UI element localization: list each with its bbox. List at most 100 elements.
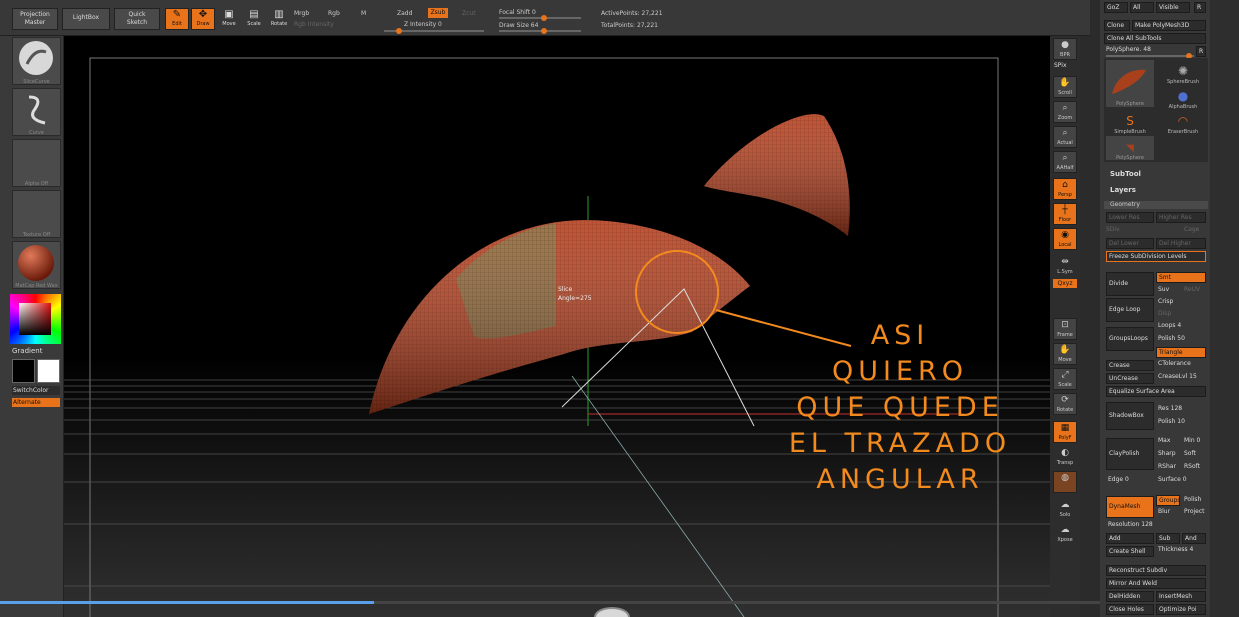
local-button[interactable]: ◉ Local bbox=[1053, 228, 1077, 250]
dynamesh-groups-button[interactable]: Groups bbox=[1156, 495, 1180, 506]
zoom-button[interactable]: ⌕ Zoom bbox=[1053, 101, 1077, 123]
polysphere-small-thumb[interactable]: ◥ PolySphere bbox=[1106, 136, 1154, 161]
subtool-section[interactable]: SubTool bbox=[1110, 170, 1141, 178]
blur-slider[interactable]: Blur bbox=[1158, 508, 1170, 515]
creaselvl-slider[interactable]: CreaseLvl 15 bbox=[1158, 373, 1197, 380]
uncrease-button[interactable]: UnCrease bbox=[1106, 373, 1154, 384]
draw-button[interactable]: ✥ Draw bbox=[191, 8, 215, 30]
move-view-button[interactable]: ✋ Move bbox=[1053, 343, 1077, 365]
equalize-surface-button[interactable]: Equalize Surface Area bbox=[1106, 386, 1206, 397]
rsoft-slider[interactable]: RSoft bbox=[1184, 463, 1200, 470]
tool-r-button[interactable]: R bbox=[1196, 46, 1206, 57]
scale-view-button[interactable]: ⤢ Scale bbox=[1053, 368, 1077, 390]
mrgb-button[interactable]: Mrgb bbox=[294, 10, 309, 17]
shadowbox-res-slider[interactable]: Res 128 bbox=[1158, 405, 1182, 412]
add-button[interactable]: Add bbox=[1106, 533, 1154, 544]
create-shell-button[interactable]: Create Shell bbox=[1106, 546, 1154, 557]
focal-shift-slider[interactable] bbox=[499, 15, 581, 21]
edge-slider[interactable]: Edge 0 bbox=[1108, 476, 1129, 483]
rotate-button[interactable]: ▥ Rotate bbox=[267, 8, 291, 30]
crisp-button[interactable]: Crisp bbox=[1158, 298, 1173, 305]
clone-button[interactable]: Clone bbox=[1104, 20, 1130, 31]
reconstruct-subdiv-button[interactable]: Reconstruct Subdiv bbox=[1106, 565, 1206, 576]
persp-button[interactable]: ⌂ Persp bbox=[1053, 178, 1077, 200]
surface-slider[interactable]: Surface 0 bbox=[1158, 476, 1187, 483]
alpha-slot[interactable]: Alpha Off bbox=[12, 139, 61, 187]
optimize-points-button[interactable]: Optimize Poi bbox=[1156, 604, 1206, 615]
palette-scrollbar[interactable] bbox=[1210, 0, 1239, 617]
slider-knob[interactable] bbox=[396, 28, 402, 34]
scale-button[interactable]: ▤ Scale bbox=[242, 8, 266, 30]
z-intensity-slider[interactable] bbox=[384, 28, 484, 34]
dynamesh-polish-button[interactable]: Polish bbox=[1184, 496, 1201, 503]
soft-slider[interactable]: Soft bbox=[1184, 450, 1196, 457]
stroke-slot[interactable]: Curve bbox=[12, 88, 61, 136]
all-button[interactable]: All bbox=[1130, 2, 1154, 13]
lower-res-button[interactable]: Lower Res bbox=[1106, 212, 1154, 223]
transp-button[interactable]: ◐ Transp bbox=[1053, 446, 1077, 468]
polysphere-thumb[interactable]: PolySphere bbox=[1106, 60, 1154, 107]
goz-button[interactable]: GoZ bbox=[1104, 2, 1128, 13]
texture-slot[interactable]: Texture Off bbox=[12, 190, 61, 238]
xyz-button[interactable]: Qxyz bbox=[1053, 279, 1077, 288]
geometry-section[interactable]: Geometry bbox=[1104, 201, 1208, 209]
loops-slider[interactable]: Loops 4 bbox=[1158, 322, 1181, 329]
disp-button[interactable]: Disp bbox=[1158, 310, 1171, 317]
max-button[interactable]: Max bbox=[1158, 437, 1170, 444]
clone-all-subtools-button[interactable]: Clone All SubTools bbox=[1104, 33, 1206, 44]
zsub-button[interactable]: Zsub bbox=[428, 8, 448, 18]
grouploops-button[interactable]: GroupsLoops bbox=[1106, 327, 1154, 351]
lsym-button[interactable]: ⇹ L.Sym bbox=[1053, 255, 1077, 277]
alternate-button[interactable]: Alternate bbox=[12, 398, 60, 407]
freeze-subdivision-button[interactable]: Freeze SubDivision Levels bbox=[1106, 251, 1206, 262]
sub-button[interactable]: Sub bbox=[1156, 533, 1180, 544]
higher-res-button[interactable]: Higher Res bbox=[1156, 212, 1206, 223]
video-progress-bar[interactable] bbox=[0, 601, 1100, 604]
rshar-slider[interactable]: RShar bbox=[1158, 463, 1176, 470]
visible-button[interactable]: Visible bbox=[1156, 2, 1190, 13]
polish-slider[interactable]: Polish 50 bbox=[1158, 335, 1185, 342]
rotate-view-button[interactable]: ⟳ Rotate bbox=[1053, 393, 1077, 415]
reuv-button[interactable]: ReUV bbox=[1184, 286, 1200, 293]
tool-slider[interactable] bbox=[1106, 53, 1194, 59]
sharp-slider[interactable]: Sharp bbox=[1158, 450, 1176, 457]
quick-sketch-button[interactable]: Quick Sketch bbox=[114, 8, 160, 30]
cage-button[interactable]: Cage bbox=[1184, 226, 1199, 233]
projection-master-button[interactable]: Projection Master bbox=[12, 8, 58, 30]
triangle-button[interactable]: Triangle bbox=[1156, 347, 1206, 358]
floor-button[interactable]: ┼ Floor bbox=[1053, 203, 1077, 225]
mirror-and-weld-button[interactable]: Mirror And Weld bbox=[1106, 578, 1206, 589]
ctolerance-slider[interactable]: CTolerance bbox=[1158, 360, 1191, 367]
spix-slider[interactable]: SPix bbox=[1054, 62, 1067, 69]
layers-section[interactable]: Layers bbox=[1110, 186, 1136, 194]
claypolish-button[interactable]: ClayPolish bbox=[1106, 438, 1154, 470]
simplebrush-thumb[interactable]: S SimpleBrush bbox=[1106, 110, 1154, 135]
del-higher-button[interactable]: Del Higher bbox=[1156, 238, 1206, 249]
scroll-button[interactable]: ✋ Scroll bbox=[1053, 76, 1077, 98]
project-button[interactable]: Project bbox=[1184, 508, 1205, 515]
shadowbox-polish-slider[interactable]: Polish 10 bbox=[1158, 418, 1185, 425]
rgb-button[interactable]: Rgb bbox=[328, 10, 340, 17]
zcut-button[interactable]: Zcut bbox=[462, 10, 476, 17]
insert-mesh-button[interactable]: InsertMesh bbox=[1156, 591, 1206, 602]
brush-slot[interactable]: SliceCurve bbox=[12, 37, 61, 85]
move-button[interactable]: ▣ Move bbox=[217, 8, 241, 30]
smt-button[interactable]: Smt bbox=[1156, 272, 1206, 283]
polyf-button[interactable]: ▦ PolyF bbox=[1053, 421, 1077, 443]
lightbox-button[interactable]: LightBox bbox=[62, 8, 110, 30]
m-button[interactable]: M bbox=[361, 10, 366, 17]
material-slot[interactable]: MatCap Red Wax bbox=[12, 241, 61, 289]
eraserbrush-thumb[interactable]: ◠ EraserBrush bbox=[1160, 110, 1206, 135]
slider-knob[interactable] bbox=[541, 28, 547, 34]
bpr-button[interactable]: ● BPR bbox=[1053, 38, 1077, 60]
ghost-button[interactable]: ◍ bbox=[1053, 471, 1077, 493]
xpose-button[interactable]: ☁ Xpose bbox=[1053, 523, 1077, 545]
switch-color-button[interactable]: SwitchColor bbox=[12, 386, 60, 395]
suv-button[interactable]: Suv bbox=[1158, 286, 1169, 293]
r-button[interactable]: R bbox=[1194, 2, 1206, 13]
zadd-button[interactable]: Zadd bbox=[397, 10, 412, 17]
actual-button[interactable]: ⌕ Actual bbox=[1053, 126, 1077, 148]
alphabrush-thumb[interactable]: ● AlphaBrush bbox=[1160, 85, 1206, 110]
draw-size-slider[interactable] bbox=[499, 28, 581, 34]
color-picker-square[interactable] bbox=[19, 303, 51, 335]
